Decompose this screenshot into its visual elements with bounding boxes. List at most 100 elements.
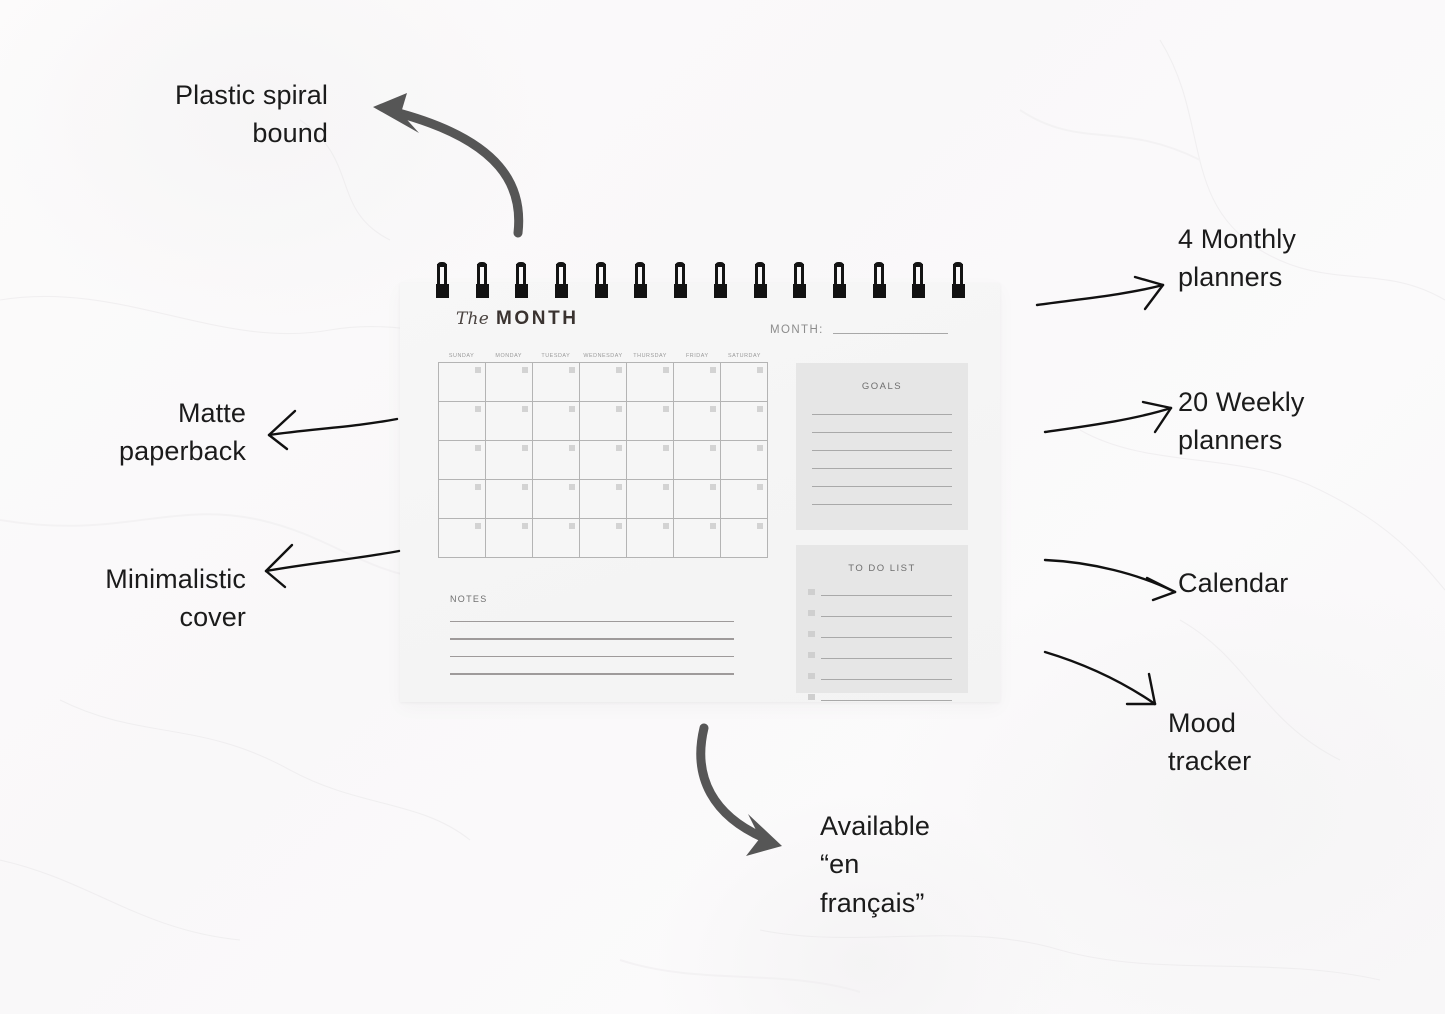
annotation-plastic-spiral-bound: Plastic spiral bound: [175, 80, 328, 149]
calendar-cell[interactable]: [627, 480, 674, 519]
calendar-cell[interactable]: [533, 363, 580, 402]
todo-item[interactable]: [808, 651, 952, 659]
calendar-cell[interactable]: [721, 402, 768, 441]
calendar-cell[interactable]: [627, 402, 674, 441]
annotation-weekly-planners: 20 Weekly planners: [1178, 387, 1305, 456]
calendar-cell[interactable]: [439, 519, 486, 558]
todo-write-line[interactable]: [820, 700, 952, 701]
todo-checkbox[interactable]: [808, 651, 815, 659]
calendar-date-marker: [757, 484, 763, 490]
calendar-cell[interactable]: [439, 441, 486, 480]
notes-write-line[interactable]: [450, 621, 734, 623]
calendar-date-marker: [710, 367, 716, 373]
calendar-cell[interactable]: [533, 402, 580, 441]
calendar-cell[interactable]: [580, 480, 627, 519]
todo-panel: TO DO LIST: [796, 545, 968, 701]
annotation-mood-tracker: Mood tracker: [1168, 708, 1252, 777]
calendar-cell[interactable]: [674, 363, 721, 402]
calendar-cell[interactable]: [580, 402, 627, 441]
calendar-grid: SUNDAY MONDAY TUESDAY WEDNESDAY THURSDAY FRID…: [438, 352, 768, 558]
calendar-cell[interactable]: [439, 480, 486, 519]
calendar-cell[interactable]: [721, 441, 768, 480]
arrow-to-mood-tracker: [1043, 650, 1157, 706]
goals-lines[interactable]: [796, 392, 968, 505]
calendar-date-marker: [710, 445, 716, 451]
calendar-date-marker: [569, 523, 575, 529]
calendar-cell[interactable]: [486, 363, 533, 402]
notes-label: NOTES: [450, 594, 488, 604]
goals-write-line[interactable]: [812, 432, 952, 433]
todo-checkbox[interactable]: [808, 588, 815, 596]
arrow-to-monthly-planners: [1035, 275, 1165, 311]
todo-item[interactable]: [808, 693, 952, 701]
calendar-cell[interactable]: [721, 480, 768, 519]
calendar-date-marker: [616, 484, 622, 490]
calendar-cell[interactable]: [627, 519, 674, 558]
todo-title: TO DO LIST: [848, 563, 916, 574]
calendar-day-header: THURSDAY: [633, 353, 667, 359]
calendar-date-marker: [663, 484, 669, 490]
goals-write-line[interactable]: [812, 504, 952, 505]
calendar-date-marker: [522, 406, 528, 412]
arrow-to-minimalistic-cover: [264, 543, 401, 589]
title-bold-word: MONTH: [495, 308, 579, 329]
todo-item[interactable]: [808, 672, 952, 680]
calendar-cell[interactable]: [486, 480, 533, 519]
notes-write-line[interactable]: [450, 673, 734, 675]
todo-item[interactable]: [808, 588, 952, 596]
todo-items[interactable]: [796, 574, 968, 701]
calendar-cell[interactable]: [533, 441, 580, 480]
product-feature-infographic: The MONTH MONTH: SUNDAY MONDAY TUESDAY WEDN…: [0, 0, 1445, 1014]
calendar-date-marker: [522, 523, 528, 529]
todo-write-line[interactable]: [820, 637, 952, 638]
calendar-day-header: TUESDAY: [541, 353, 571, 359]
todo-write-line[interactable]: [820, 595, 952, 596]
todo-checkbox[interactable]: [808, 672, 815, 680]
calendar-cell[interactable]: [674, 480, 721, 519]
calendar-cell[interactable]: [580, 441, 627, 480]
calendar-cell[interactable]: [627, 441, 674, 480]
calendar-date-marker: [569, 406, 575, 412]
annotation-monthly-planners: 4 Monthly planners: [1178, 224, 1296, 293]
todo-write-line[interactable]: [820, 658, 952, 659]
calendar-cell[interactable]: [486, 402, 533, 441]
notes-lines[interactable]: [450, 621, 734, 675]
goals-write-line[interactable]: [812, 450, 952, 451]
todo-item[interactable]: [808, 630, 952, 638]
calendar-cell[interactable]: [533, 480, 580, 519]
calendar-date-marker: [522, 484, 528, 490]
calendar-cell[interactable]: [674, 441, 721, 480]
calendar-cell[interactable]: [721, 519, 768, 558]
notes-write-line[interactable]: [450, 638, 734, 640]
goals-write-line[interactable]: [812, 468, 952, 469]
todo-checkbox[interactable]: [808, 609, 815, 617]
calendar-cell[interactable]: [486, 519, 533, 558]
todo-checkbox[interactable]: [808, 693, 815, 701]
calendar-cell[interactable]: [486, 441, 533, 480]
calendar-date-marker: [616, 406, 622, 412]
calendar-date-marker: [616, 367, 622, 373]
arrow-to-calendar: [1043, 558, 1177, 602]
calendar-cell[interactable]: [627, 363, 674, 402]
calendar-date-marker: [569, 367, 575, 373]
calendar-cell[interactable]: [674, 519, 721, 558]
calendar-cell[interactable]: [580, 519, 627, 558]
calendar-cell[interactable]: [674, 402, 721, 441]
notes-write-line[interactable]: [450, 655, 734, 658]
calendar-cell[interactable]: [439, 363, 486, 402]
todo-write-line[interactable]: [820, 616, 952, 617]
calendar-cell[interactable]: [533, 519, 580, 558]
todo-checkbox[interactable]: [808, 630, 815, 638]
calendar-cell[interactable]: [721, 363, 768, 402]
month-field-rule[interactable]: [832, 333, 948, 334]
annotation-calendar: Calendar: [1178, 568, 1289, 598]
calendar-cell[interactable]: [439, 402, 486, 441]
todo-item[interactable]: [808, 609, 952, 617]
calendar-cell[interactable]: [580, 363, 627, 402]
goals-write-line[interactable]: [812, 486, 952, 487]
goals-write-line[interactable]: [812, 414, 952, 415]
calendar-date-marker: [757, 406, 763, 412]
month-field[interactable]: MONTH:: [770, 324, 948, 336]
todo-write-line[interactable]: [820, 679, 952, 680]
calendar-date-marker: [663, 367, 669, 373]
